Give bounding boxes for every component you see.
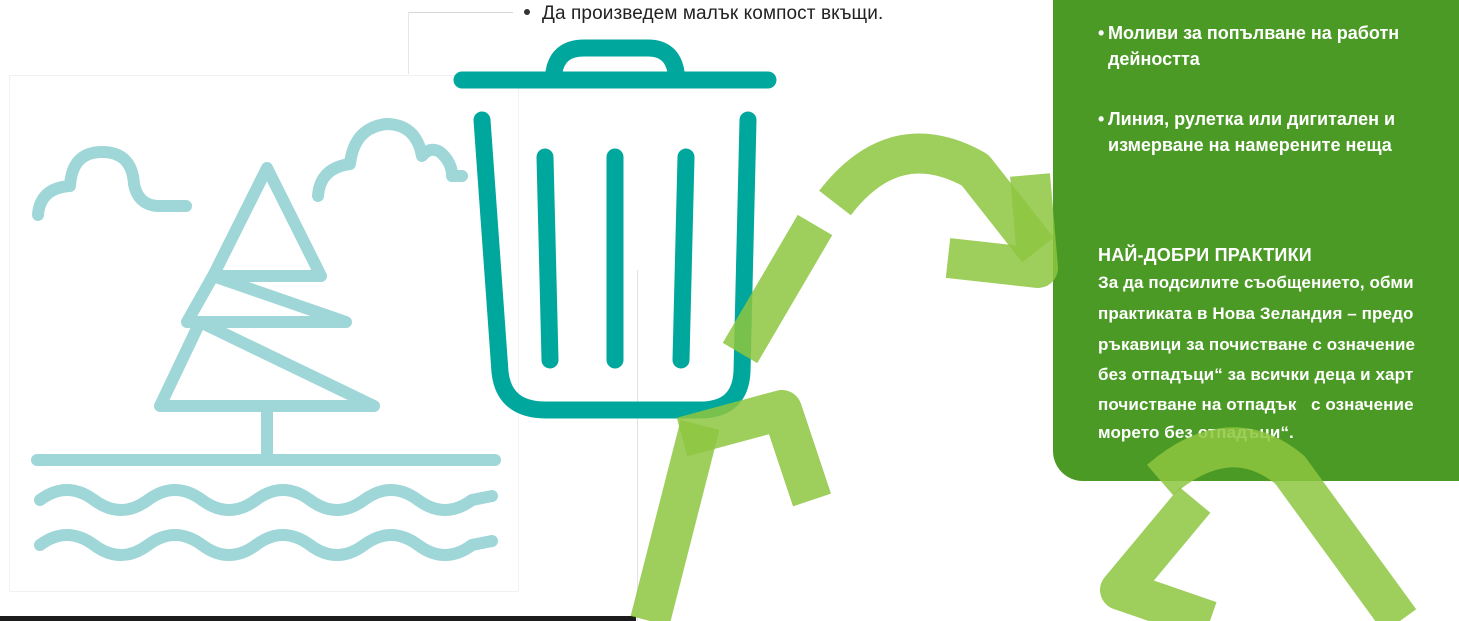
cloud-icon — [32, 146, 192, 221]
column-divider — [637, 270, 638, 621]
best-practices-line: ръкавици за почистване с означение — [1098, 335, 1416, 354]
best-practices-line: морето без отпадъци“. — [1098, 423, 1294, 442]
tree-icon — [154, 162, 380, 462]
waves-icon — [34, 529, 498, 561]
best-practices-line: без отпадъци“ за всички деца и харт — [1098, 365, 1414, 384]
best-practices-line: За да подсилите съобщението, обми — [1098, 273, 1414, 292]
best-practices-heading: НАЙ-ДОБРИ ПРАКТИКИ — [1098, 245, 1312, 265]
best-practices-line: почистване на отпадък с означение — [1098, 395, 1414, 414]
materials-line: дейността — [1108, 49, 1200, 69]
materials-line: измерване на намерените неща — [1108, 135, 1392, 155]
materials-list-item: Моливи за попълване на работн дейността — [1098, 20, 1399, 72]
materials-line: Линия, рулетка или дигитален и — [1108, 109, 1396, 129]
materials-list-item: Линия, рулетка или дигитален и измерване … — [1098, 106, 1395, 158]
cloud-icon — [312, 118, 468, 202]
materials-line: Моливи за попълване на работн — [1108, 23, 1400, 43]
best-practices-line: практиката в Нова Зеландия – предо — [1098, 304, 1414, 323]
nature-illustration — [31, 118, 501, 561]
waves-icon — [34, 484, 498, 516]
bottom-bar — [0, 616, 636, 621]
